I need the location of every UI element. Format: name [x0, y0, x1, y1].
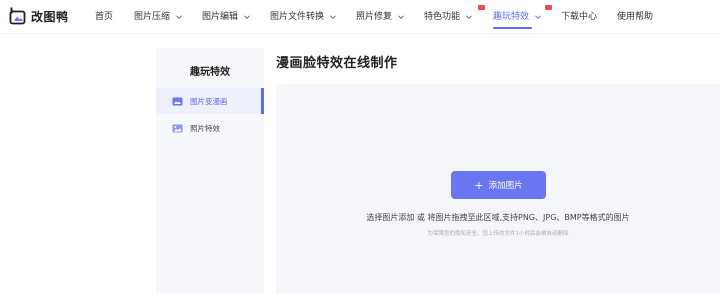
nav-label: 特色功能	[424, 12, 461, 22]
sidebar-title: 趣玩特效	[190, 67, 230, 78]
top-nav: 改图鸭 首页 图片压缩 图片编辑 图片文件转换 照片修复 特色功能 趣玩特效 下…	[0, 0, 720, 34]
nav-image-edit[interactable]: 图片编辑	[202, 11, 251, 23]
add-image-button[interactable]: + 添加图片	[451, 171, 546, 199]
nav-label: 图片文件转换	[270, 12, 325, 22]
add-image-label: 添加图片	[488, 181, 523, 191]
chevron-down-icon	[535, 14, 541, 19]
nav-featured[interactable]: 特色功能	[424, 5, 485, 23]
logo[interactable]: 改图鸭	[9, 7, 69, 25]
chevron-down-icon	[398, 14, 404, 19]
hot-badge	[478, 5, 485, 10]
nav-label: 趣玩特效	[493, 12, 530, 22]
nav-label: 图片编辑	[202, 12, 239, 22]
nav-fun-effects[interactable]: 趣玩特效	[493, 5, 552, 29]
nav-image-compress[interactable]: 图片压缩	[134, 11, 183, 23]
plus-icon: +	[474, 178, 484, 192]
image-effect-icon	[172, 124, 183, 132]
chevron-down-icon	[330, 14, 336, 19]
nav-label: 照片修复	[356, 12, 393, 22]
sidebar-item-label: 图片变漫画	[190, 96, 228, 106]
nav-photo-restore[interactable]: 照片修复	[356, 11, 405, 23]
nav-file-convert[interactable]: 图片文件转换	[270, 11, 337, 23]
chevron-down-icon	[244, 14, 250, 19]
privacy-note: 为保障您的隐私安全，您上传的文件1小时后会被自动删除	[427, 231, 569, 237]
sidebar-item-photo-effects[interactable]: 照片特效	[156, 115, 264, 141]
chevron-down-icon	[176, 14, 182, 19]
nav-help[interactable]: 使用帮助	[617, 11, 653, 23]
page-title: 漫画脸特效在线制作	[276, 56, 398, 71]
drop-hint: 选择图片添加 或 将图片拖拽至此区域,支持PNG、JPG、BMP等格式的图片	[366, 213, 630, 222]
upload-dropzone[interactable]: + 添加图片 选择图片添加 或 将图片拖拽至此区域,支持PNG、JPG、BMP等…	[276, 84, 720, 294]
sidebar-item-cartoon[interactable]: 图片变漫画	[156, 88, 264, 114]
sidebar-item-label: 照片特效	[190, 123, 220, 133]
image-cartoon-icon	[172, 97, 183, 105]
nav-label: 首页	[95, 12, 114, 22]
hot-badge	[545, 5, 552, 10]
chevron-down-icon	[466, 14, 472, 19]
sidebar: 趣玩特效 图片变漫画 照片特效	[156, 48, 264, 294]
nav-label: 图片压缩	[134, 12, 171, 22]
active-underline	[493, 27, 532, 29]
logo-icon	[9, 7, 26, 25]
logo-text: 改图鸭	[31, 9, 69, 24]
nav-download-center[interactable]: 下载中心	[561, 11, 597, 23]
nav-label: 使用帮助	[617, 12, 654, 22]
nav-home[interactable]: 首页	[95, 11, 113, 23]
nav-label: 下载中心	[561, 12, 598, 22]
